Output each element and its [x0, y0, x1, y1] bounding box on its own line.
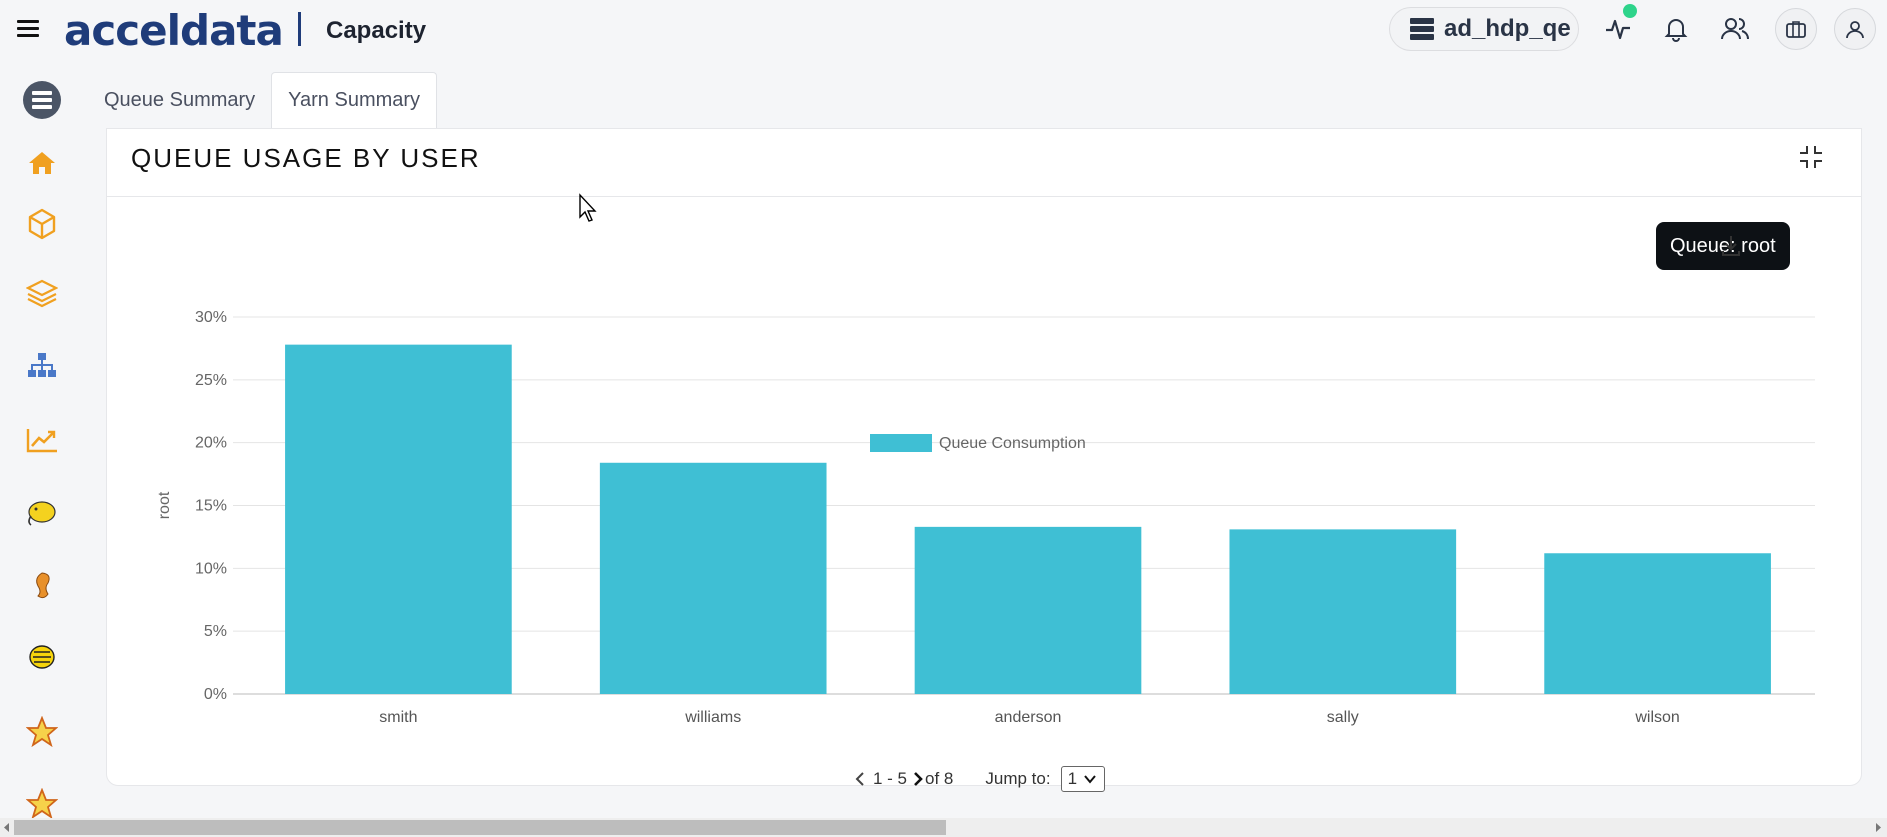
star-icon[interactable]: [20, 710, 64, 754]
cluster-selector[interactable]: ad_hdp_qe: [1389, 7, 1579, 51]
server-icon: [1410, 18, 1434, 40]
user-profile-icon[interactable]: [1834, 8, 1876, 50]
acceldata-logo[interactable]: acceldata: [64, 6, 284, 55]
x-tick-label: wilson: [1634, 709, 1679, 726]
collapse-icon[interactable]: [1797, 143, 1825, 171]
seahorse-icon[interactable]: [20, 564, 64, 608]
x-tick-label: anderson: [995, 709, 1062, 726]
hierarchy-icon[interactable]: [20, 343, 64, 387]
y-tick-label: 25%: [195, 372, 227, 389]
legend-label: Queue Consumption: [939, 435, 1086, 452]
top-bar: acceldata Capacity ad_hdp_qe: [0, 0, 1887, 60]
home-icon[interactable]: [20, 141, 64, 185]
scroll-left-icon[interactable]: [2, 821, 12, 834]
previous-page-icon[interactable]: [853, 769, 867, 789]
tab-queue-summary[interactable]: Queue Summary: [88, 72, 271, 128]
queue-usage-card: QUEUE USAGE BY USER Queue: root 0% 5% 10% 1…: [106, 128, 1862, 792]
y-tick-label: 10%: [195, 560, 227, 577]
download-icon[interactable]: [1716, 231, 1746, 261]
queue-usage-bar-chart: 0% 5% 10% 15% 20% 25% 30% root Queue Consumption…: [156, 309, 1815, 726]
summary-tabs: Queue Summary Yarn Summary: [88, 72, 438, 128]
chevron-down-icon: [1084, 775, 1096, 784]
y-tick-label: 0%: [204, 686, 227, 703]
left-sidebar: [0, 72, 82, 822]
legend-swatch: [870, 434, 932, 452]
briefcase-icon[interactable]: [1775, 8, 1817, 50]
logo-divider: [298, 12, 301, 46]
bar-wilson: [1544, 553, 1771, 694]
cluster-name: ad_hdp_qe: [1444, 15, 1571, 42]
y-tick-label: 5%: [204, 623, 227, 640]
scrollbar-thumb[interactable]: [14, 820, 946, 835]
bar-williams: [599, 462, 827, 694]
x-tick-label: sally: [1327, 709, 1359, 726]
cube-icon[interactable]: [20, 202, 64, 246]
hive-bee-icon[interactable]: [20, 636, 64, 680]
page-range: 1 - 5: [873, 769, 908, 788]
horizontal-scrollbar[interactable]: [0, 818, 1887, 837]
y-tick-label: 30%: [195, 309, 227, 326]
y-axis-label: root: [156, 491, 173, 519]
database-icon[interactable]: [20, 78, 64, 122]
y-tick-label: 20%: [195, 435, 227, 452]
bell-icon[interactable]: [1655, 8, 1697, 50]
jump-to-label: Jump to:: [985, 769, 1051, 788]
jump-to-value: 1: [1067, 769, 1078, 788]
pagination: 1 - 5 of 8 Jump to: 1: [853, 765, 1105, 793]
users-icon[interactable]: [1714, 8, 1756, 50]
menu-icon[interactable]: [17, 20, 39, 38]
jump-to-select[interactable]: 1: [1060, 766, 1105, 792]
page-title: Capacity: [326, 17, 427, 44]
card-title: QUEUE USAGE BY USER: [131, 143, 481, 173]
next-page-icon[interactable]: [911, 769, 925, 789]
scroll-right-icon[interactable]: [1873, 821, 1883, 834]
trend-chart-icon[interactable]: [20, 418, 64, 462]
bar-smith: [285, 344, 512, 694]
status-dot: [1623, 4, 1637, 18]
x-tick-label: smith: [379, 709, 417, 726]
bar-anderson: [914, 526, 1142, 694]
hadoop-elephant-icon[interactable]: [20, 491, 64, 535]
card-header: QUEUE USAGE BY USER: [107, 129, 1861, 197]
y-tick-label: 15%: [195, 498, 227, 515]
mouse-pointer-icon: [579, 193, 597, 222]
tab-yarn-summary[interactable]: Yarn Summary: [271, 72, 438, 128]
layers-icon[interactable]: [20, 271, 64, 315]
bar-sally: [1229, 529, 1457, 694]
x-tick-label: williams: [684, 709, 741, 726]
page-total: of 8: [925, 769, 954, 788]
